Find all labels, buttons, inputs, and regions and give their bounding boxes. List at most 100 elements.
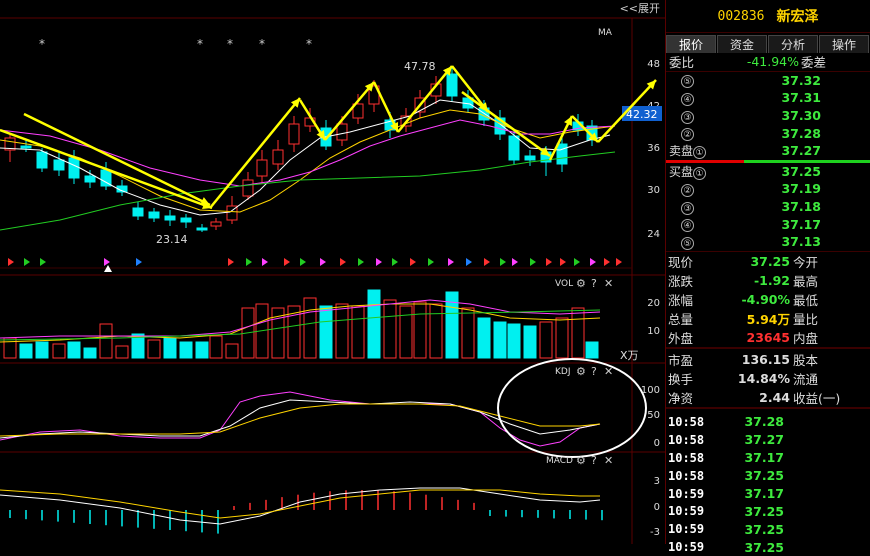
- arrow-shaft: [0, 128, 213, 210]
- stat-label2: 量比: [793, 312, 819, 328]
- tick-price: 37.25: [744, 503, 784, 519]
- tab-quote[interactable]: 报价: [666, 35, 716, 53]
- stat-label: 净资: [668, 390, 694, 406]
- svg-text:⚙: ⚙: [576, 365, 586, 378]
- highlight-circle: [497, 358, 647, 458]
- volume-bar: [539, 321, 553, 359]
- volume-bar: [335, 303, 349, 359]
- stat-value: 23645: [746, 330, 791, 346]
- stat-label2: 最低: [793, 293, 819, 308]
- signal-flag: [428, 258, 434, 266]
- candle-body: [53, 159, 65, 171]
- tab-operation[interactable]: 操作: [819, 35, 869, 53]
- volume-bar: [179, 341, 193, 359]
- stats-block-2: 市盈 136.15 股本 换手 14.84% 流通 净资 2.44 收益(一): [666, 348, 870, 409]
- buy-row[interactable]: ⑤ 37.13: [666, 233, 870, 251]
- tick-row: 10:58 37.17: [666, 449, 870, 467]
- tick-price: 37.27: [744, 432, 784, 448]
- star-marker: *: [306, 37, 312, 51]
- level-badge: ⑤: [681, 75, 694, 89]
- volume-bar: [19, 343, 33, 359]
- buy-price: 37.25: [781, 163, 821, 179]
- order-book-sell: ⑤ 37.32 ④ 37.31 ③ 37.30 ② 37.28 卖盘 ① 37.27: [666, 72, 870, 160]
- buy-row[interactable]: 买盘 ① 37.25: [666, 163, 870, 181]
- volume-bar: [507, 323, 521, 359]
- tick-row: 10:58 37.25: [666, 467, 870, 485]
- vol-unit: X万: [620, 349, 639, 362]
- volume-bar: [99, 323, 113, 359]
- volume-bars: [0, 289, 601, 359]
- tick-list[interactable]: 10:58 37.28 10:58 37.27 10:58 37.17 10:58 37…: [666, 408, 870, 556]
- candle-body: [210, 221, 222, 227]
- sell-row[interactable]: ② 37.28: [666, 124, 870, 142]
- volume-bar: [67, 341, 81, 359]
- stat-row: 现价 37.25 今开: [666, 252, 870, 271]
- vol-help-icon[interactable]: ?: [591, 277, 597, 290]
- level-badge: ④: [681, 92, 694, 106]
- sell-price: 37.27: [781, 143, 821, 159]
- stat-value: 14.84%: [737, 370, 790, 386]
- signal-flag: [40, 258, 46, 266]
- volume-bar: [303, 297, 317, 359]
- signal-flag: [104, 258, 110, 266]
- candle-body: [132, 207, 144, 217]
- kline-chart-area[interactable]: <<展开 MA 4842363024 42.32 ***** 47.78 23.…: [0, 0, 665, 544]
- star-marker: *: [227, 37, 233, 51]
- quote-tabs: 报价 资金 分析 操作: [666, 35, 870, 53]
- level-badge: ①: [693, 146, 707, 160]
- sell-row[interactable]: ③ 37.30: [666, 107, 870, 125]
- tick-price: 37.25: [744, 539, 784, 555]
- candle-body: [242, 179, 254, 197]
- tick-time: 10:58: [668, 432, 705, 447]
- macd-close-icon[interactable]: ✕: [604, 454, 613, 467]
- buy-row[interactable]: ③ 37.18: [666, 198, 870, 216]
- vol-close-icon[interactable]: ✕: [604, 277, 613, 290]
- stat-label2: 收益(一): [793, 390, 841, 406]
- macd-help-icon[interactable]: ?: [591, 454, 597, 467]
- sell-row[interactable]: 卖盘 ① 37.27: [666, 142, 870, 160]
- stat-label: 市盈: [668, 352, 694, 368]
- expand-button[interactable]: <<展开: [620, 2, 660, 15]
- stock-code: 002836: [717, 8, 765, 24]
- signal-flag: [500, 258, 506, 266]
- axis-tick-label: 48: [647, 59, 660, 70]
- candle-body: [196, 227, 208, 231]
- tab-funds[interactable]: 资金: [717, 35, 767, 53]
- kline-chart-svg[interactable]: <<展开 MA 4842363024 42.32 ***** 47.78 23.…: [0, 0, 665, 544]
- sell-price: 37.31: [781, 90, 821, 106]
- axis-tick-label: 10: [647, 326, 660, 337]
- signal-flag: [560, 258, 566, 266]
- tick-time: 10:58: [668, 450, 705, 465]
- volume-bar: [351, 305, 365, 359]
- candle-body: [336, 123, 348, 141]
- tab-analysis[interactable]: 分析: [768, 35, 818, 53]
- candle-body: [446, 73, 458, 97]
- svg-text:⚙: ⚙: [576, 277, 586, 290]
- sell-prefix: 卖盘: [669, 144, 694, 159]
- stat-label2: 内盘: [793, 331, 819, 347]
- signal-flag: [376, 258, 382, 266]
- vol-gear-icon[interactable]: ⚙: [576, 277, 586, 290]
- signal-flag: [448, 258, 454, 266]
- arrow-shaft: [397, 65, 453, 133]
- signal-flag: [466, 258, 472, 266]
- buy-price: 37.13: [781, 234, 821, 250]
- sell-row[interactable]: ④ 37.31: [666, 89, 870, 107]
- stat-value: -4.90%: [741, 292, 790, 307]
- buy-row[interactable]: ④ 37.17: [666, 215, 870, 233]
- candle-body: [84, 175, 96, 183]
- kdj-help-icon[interactable]: ?: [591, 365, 597, 378]
- macd-gear-icon[interactable]: ⚙: [576, 454, 586, 467]
- signal-flag: [284, 258, 290, 266]
- svg-text:⚙: ⚙: [576, 454, 586, 467]
- buy-row[interactable]: ② 37.19: [666, 180, 870, 198]
- volume-bar: [493, 321, 507, 359]
- volume-bar: [571, 307, 585, 359]
- arrow-shaft: [461, 90, 551, 158]
- sell-row[interactable]: ⑤ 37.32: [666, 72, 870, 90]
- signal-flag: [392, 258, 398, 266]
- signal-flag: [616, 258, 622, 266]
- candle-body: [272, 149, 284, 165]
- kdj-gear-icon[interactable]: ⚙: [576, 365, 586, 378]
- axis-tick-label: 0: [654, 438, 660, 449]
